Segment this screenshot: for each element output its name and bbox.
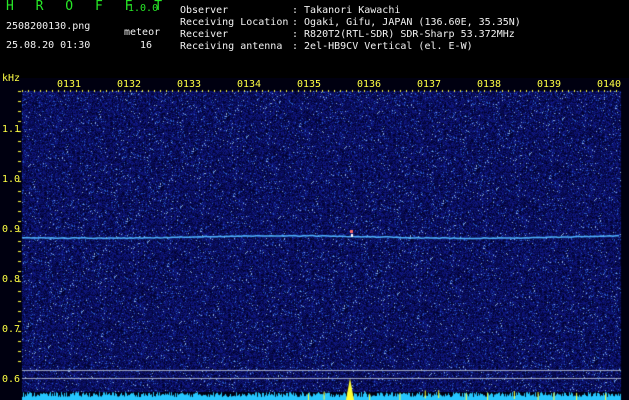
x-tick-label: 0135	[297, 79, 322, 90]
x-tick-label: 0139	[537, 79, 562, 90]
y-tick-label: 0.7	[2, 324, 21, 335]
y-tick-label: 0.8	[2, 274, 21, 285]
info-receiver: Receiver: R820T2(RTL-SDR) SDR-Sharp 53.3…	[180, 29, 515, 40]
info-location: Receiving Location: Ogaki, Gifu, JAPAN (…	[180, 17, 521, 28]
x-tick-label: 0132	[117, 79, 142, 90]
x-tick-label: 0133	[177, 79, 202, 90]
x-tick-label: 0140	[597, 79, 622, 90]
y-tick-label: 1.0	[2, 174, 21, 185]
x-tick-label: 0137	[417, 79, 442, 90]
info-antenna: Receiving antenna: 2el-HB9CV Vertical (e…	[180, 41, 473, 52]
header-panel: H R O F F T 1.0.0 2508200130.png 25.08.2…	[0, 0, 629, 78]
app-version: 1.0.0	[128, 3, 159, 14]
spectrogram	[0, 78, 629, 400]
mode-label: meteor	[124, 27, 161, 38]
axis-unit-label: kHz	[2, 73, 21, 84]
file-name: 2508200130.png	[6, 21, 91, 32]
x-tick-label: 0138	[477, 79, 502, 90]
date-time: 25.08.20 01:30	[6, 40, 91, 51]
y-tick-label: 0.6	[2, 374, 21, 385]
y-tick-label: 0.9	[2, 224, 21, 235]
x-tick-label: 0134	[237, 79, 262, 90]
info-observer: Observer: Takanori Kawachi	[180, 5, 401, 16]
y-tick-label: 1.1	[2, 124, 21, 135]
x-tick-label: 0136	[357, 79, 382, 90]
x-tick-label: 0131	[57, 79, 82, 90]
meteor-count: 16	[140, 40, 153, 51]
